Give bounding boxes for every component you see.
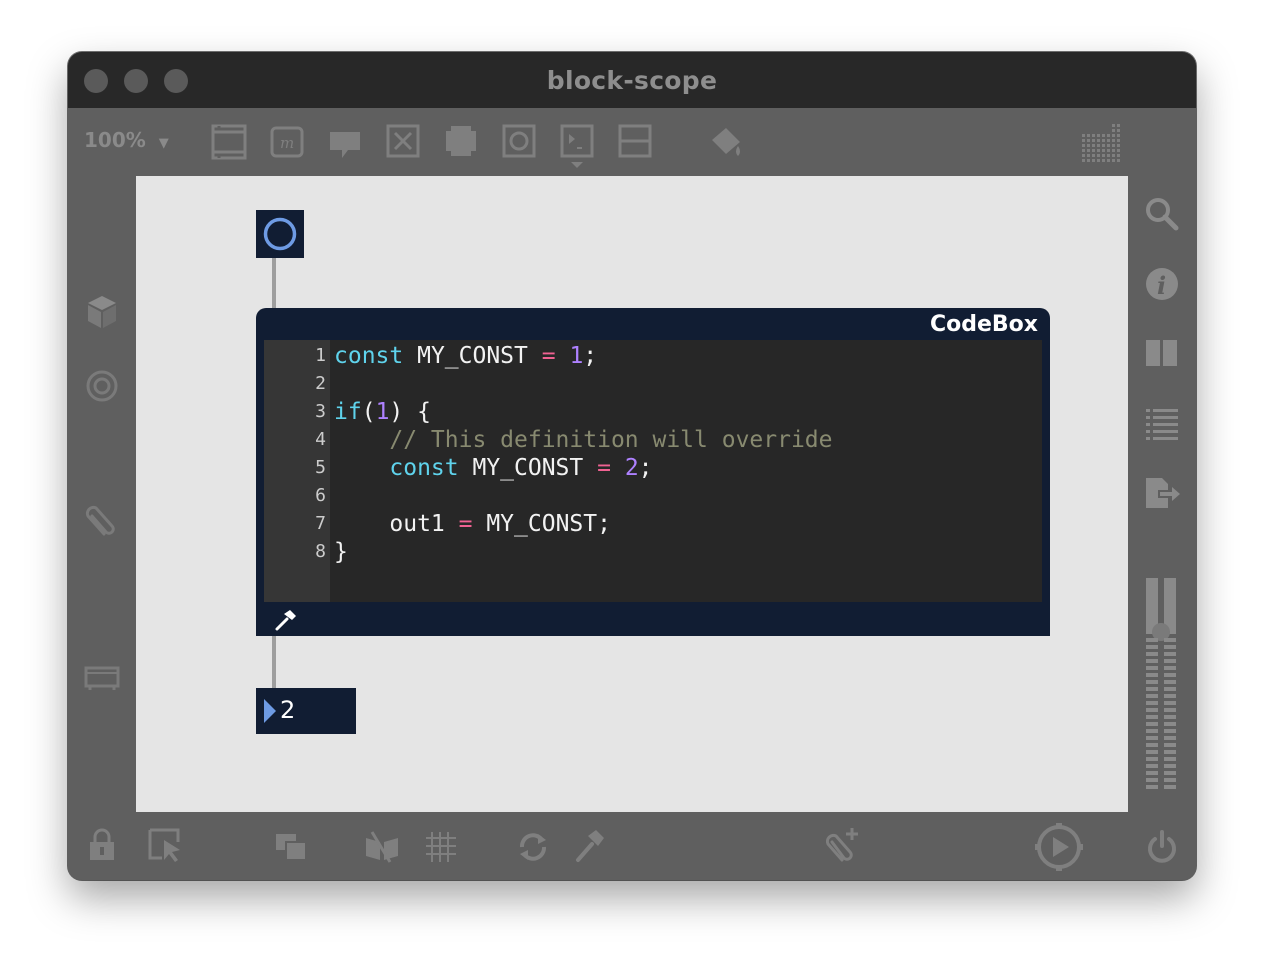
line-number: 2 (315, 373, 326, 394)
svg-text:i: i (1157, 271, 1166, 300)
slider-icon[interactable] (502, 124, 538, 160)
refresh-icon[interactable] (516, 830, 550, 864)
stack-icon[interactable] (274, 832, 308, 862)
line-number: 8 (315, 541, 326, 562)
zoom-dropdown[interactable]: 100% ▼ (84, 128, 169, 152)
message-object[interactable]: 2 (256, 688, 356, 734)
line-number: 7 (315, 513, 326, 534)
line-number: 4 (315, 429, 326, 450)
message-icon[interactable]: m (270, 124, 306, 160)
chevron-down-icon: ▼ (158, 136, 169, 151)
patch-cable[interactable] (272, 258, 276, 308)
number-icon[interactable] (560, 124, 596, 172)
hammer-build-icon[interactable] (574, 828, 608, 864)
line-icon[interactable] (618, 124, 654, 160)
export-icon[interactable] (1144, 476, 1182, 510)
svg-text:m: m (280, 134, 294, 152)
hammer-icon[interactable] (274, 608, 298, 632)
toggle-object[interactable] (256, 210, 304, 258)
comment-icon[interactable] (211, 124, 247, 160)
button-icon[interactable] (386, 124, 422, 160)
presentation-toggle-icon[interactable] (364, 830, 400, 864)
presentation-icon[interactable] (84, 662, 120, 692)
package-icon[interactable] (86, 294, 118, 330)
codebox-object[interactable]: CodeBox 1 const MY_CONST = 1; 2 3 if(1) { 4 /… (256, 308, 1050, 636)
lock-icon[interactable] (88, 828, 116, 864)
line-number: 5 (315, 457, 326, 478)
code-line[interactable]: if(1) { (334, 398, 431, 426)
code-line[interactable]: out1 = MY_CONST; (334, 510, 611, 538)
line-number: 1 (315, 345, 326, 366)
line-number: 3 (315, 401, 326, 422)
toggle-icon[interactable] (444, 124, 480, 160)
code-editor[interactable]: 1 const MY_CONST = 1; 2 3 if(1) { 4 // This d… (264, 340, 1042, 602)
window-title: block-scope (546, 66, 718, 95)
title-bar[interactable]: block-scope (68, 52, 1196, 108)
grid-snap-icon[interactable] (424, 830, 458, 864)
bottom-toolbar (68, 812, 1196, 880)
patch-cable[interactable] (272, 636, 276, 688)
codebox-label: CodeBox (929, 312, 1038, 337)
play-triangle-icon (264, 699, 276, 723)
code-line[interactable]: // This definition will override (334, 426, 832, 454)
patcher-window: block-scope 100% ▼ m CodeBox 1 const MY_… (68, 52, 1196, 880)
search-icon[interactable] (1144, 196, 1180, 232)
message-value: 2 (280, 696, 296, 724)
target-icon[interactable] (84, 368, 120, 404)
list-icon[interactable] (1144, 406, 1180, 440)
line-number: 6 (315, 485, 326, 506)
power-icon[interactable] (1146, 830, 1178, 864)
add-attachment-icon[interactable] (824, 826, 862, 866)
bubble-icon[interactable] (328, 128, 364, 160)
columns-icon[interactable] (1144, 338, 1180, 368)
code-line[interactable]: const MY_CONST = 1; (334, 342, 597, 370)
paperclip-icon[interactable] (84, 504, 120, 540)
info-icon[interactable]: i (1144, 266, 1180, 302)
grid-icon[interactable] (1080, 122, 1124, 168)
zoom-label: 100% (84, 128, 146, 152)
audio-on-icon[interactable] (1034, 822, 1084, 872)
top-toolbar: 100% ▼ m (68, 108, 1196, 176)
code-line[interactable]: const MY_CONST = 2; (334, 454, 652, 482)
select-arrow-icon[interactable] (148, 828, 184, 864)
volume-meter-icon[interactable] (1142, 576, 1182, 796)
paint-bucket-icon[interactable] (708, 124, 746, 160)
code-line[interactable]: } (334, 538, 348, 566)
patcher-canvas[interactable]: CodeBox 1 const MY_CONST = 1; 2 3 if(1) { 4 /… (136, 176, 1128, 812)
